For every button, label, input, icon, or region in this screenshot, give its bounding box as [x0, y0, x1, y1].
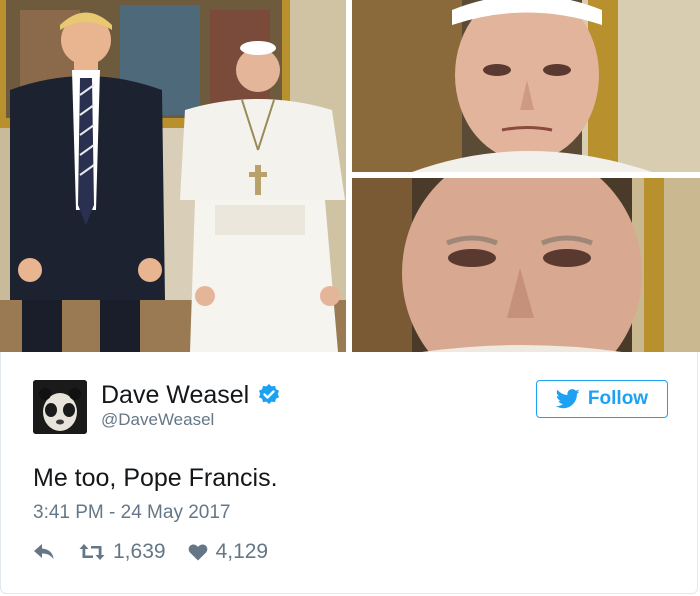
photo-closeup-2[interactable] [352, 178, 700, 352]
author-display-name[interactable]: Dave Weasel [101, 380, 249, 410]
panda-face-avatar-icon [33, 380, 87, 434]
tweet-card: Dave Weasel @DaveWeasel Follow Me too, P… [0, 352, 698, 594]
retweet-icon [79, 544, 105, 560]
tweet-timestamp[interactable]: 3:41 PM - 24 May 2017 [33, 502, 231, 524]
author-handle[interactable]: @DaveWeasel [101, 410, 214, 430]
photo-closeup-1[interactable] [352, 0, 700, 172]
photo-collage [0, 0, 700, 352]
tweet-text: Me too, Pope Francis. [33, 464, 278, 492]
author-name-row: Dave Weasel [101, 380, 281, 410]
tweet-actions: 1,639 4,129 [33, 540, 268, 564]
verified-badge-icon [259, 384, 280, 404]
author-avatar[interactable] [33, 380, 87, 434]
retweet-count: 1,639 [113, 540, 166, 563]
twitter-bird-icon [555, 389, 580, 409]
photo-main[interactable] [0, 0, 346, 352]
reply-icon [34, 544, 54, 559]
reply-button[interactable] [33, 542, 55, 562]
follow-button[interactable]: Follow [536, 380, 668, 418]
heart-icon [188, 544, 207, 561]
follow-button-label: Follow [587, 388, 649, 409]
like-button[interactable]: 4,129 [188, 540, 269, 564]
like-count: 4,129 [215, 540, 269, 563]
retweet-button[interactable]: 1,639 [79, 540, 166, 564]
